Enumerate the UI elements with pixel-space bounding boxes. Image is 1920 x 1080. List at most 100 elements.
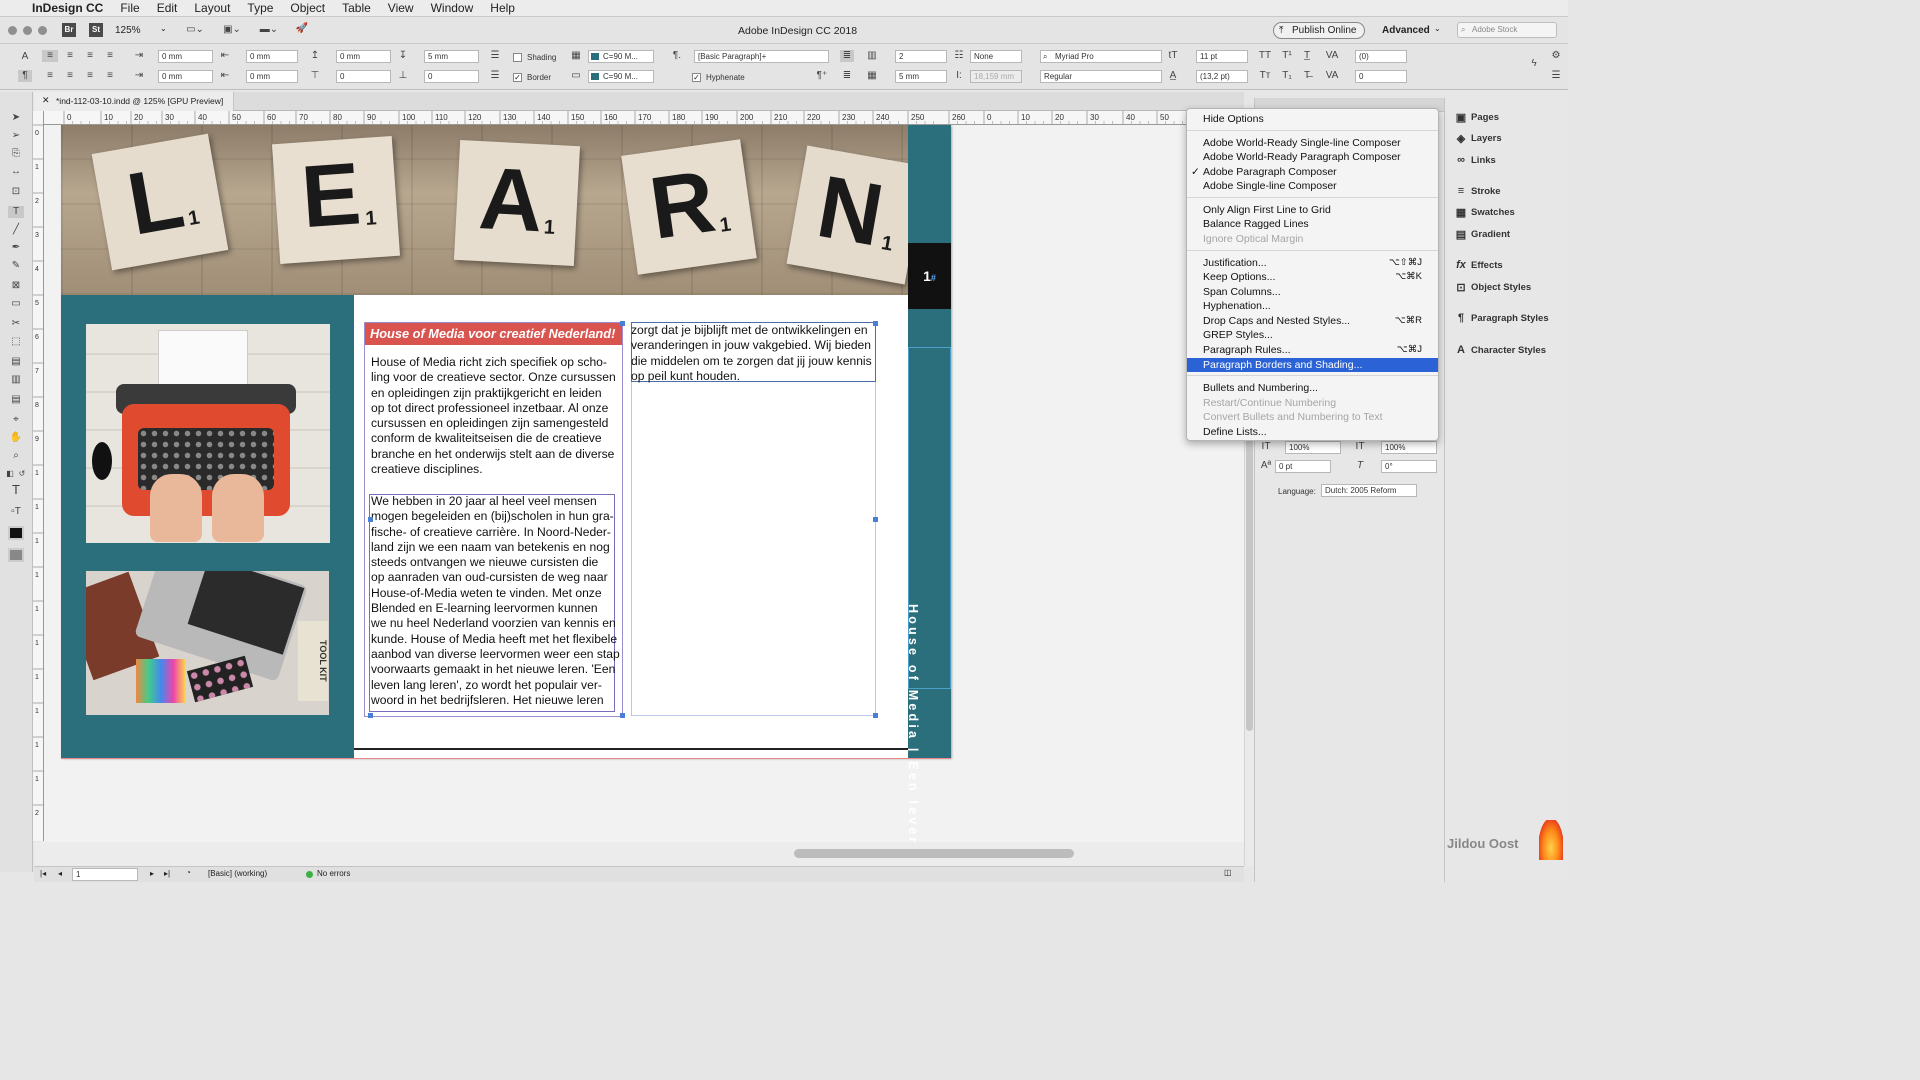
menu-item-paragraph-rules[interactable]: Paragraph Rules... ⌥⌘J	[1187, 343, 1438, 357]
underline-icon[interactable]: T̲	[1300, 50, 1314, 62]
drop-cap-chars-field[interactable]: 0	[424, 70, 479, 83]
swap-fill-stroke-icon[interactable]: ↺	[16, 468, 28, 480]
columns-field[interactable]: 2	[895, 50, 947, 63]
vertical-ruler[interactable]: 0 1 2 3 4 5 6 7 8 9 1 1 1 1 1 1 1 1 1 1 2	[33, 111, 44, 841]
bullets-select[interactable]: None	[970, 50, 1022, 63]
stock-icon[interactable]: St	[89, 23, 103, 37]
skew-field[interactable]: 0°	[1381, 460, 1437, 473]
dock-layers[interactable]: ◈ Layers	[1445, 128, 1569, 148]
workspace-dropdown-icon[interactable]: ⌄	[1434, 24, 1441, 33]
frame-handle[interactable]	[873, 713, 878, 718]
frame-handle[interactable]	[368, 517, 373, 522]
content-collector-icon[interactable]: ⊡	[8, 186, 24, 198]
left-indent-field[interactable]: 0 mm	[158, 50, 213, 63]
first-page-icon[interactable]: |◂	[40, 869, 46, 878]
right-indent-field[interactable]: 0 mm	[246, 50, 298, 63]
document-tab[interactable]: ✕ *ind-112-03-10.indd @ 125% [GPU Previe…	[34, 92, 234, 111]
selection-tool-icon[interactable]: ➤	[8, 112, 24, 124]
zoom-level[interactable]: 125%	[115, 25, 141, 36]
menu-item-keep-options[interactable]: Keep Options... ⌥⌘K	[1187, 270, 1438, 284]
hand-tool-icon[interactable]: ✋	[8, 432, 24, 444]
preflight-profile[interactable]: [Basic] (working)	[208, 869, 267, 878]
page-number-field[interactable]: 1	[72, 868, 138, 881]
paragraph-style-select[interactable]: [Basic Paragraph]+	[694, 50, 829, 63]
dock-swatches[interactable]: ▦ Swatches	[1445, 202, 1569, 222]
direct-selection-tool-icon[interactable]: ➢	[8, 130, 24, 142]
frame-handle[interactable]	[873, 517, 878, 522]
space-after-field[interactable]: 5 mm	[424, 50, 479, 63]
frame-handle[interactable]	[620, 321, 625, 326]
heading-text[interactable]: House of Media voor creatief Nederland!	[370, 326, 615, 341]
strikethrough-icon[interactable]: T̶	[1300, 70, 1314, 82]
bulleted-list-icon[interactable]: ☰	[488, 50, 502, 62]
menu-item-hide-options[interactable]: Hide Options	[1187, 112, 1438, 126]
scissors-tool-icon[interactable]: ✂	[8, 318, 24, 330]
menu-item-adobe-world-ready-paragraph-composer[interactable]: Adobe World-Ready Paragraph Composer	[1187, 150, 1438, 164]
document-canvas[interactable]: L 1 E 1 A 1 R 1 N 1 1# House of Media | …	[44, 125, 1244, 842]
menu-item-adobe-single-line-composer[interactable]: Adobe Single-line Composer	[1187, 179, 1438, 193]
close-document-icon[interactable]: ✕	[42, 95, 50, 106]
vertical-scale-field[interactable]: 100%	[1381, 441, 1437, 454]
paragraph-history[interactable]: We hebben in 20 jaar al heel veel mensen…	[371, 494, 620, 708]
numbered-list-icon[interactable]: ☰	[488, 70, 502, 82]
menu-item-drop-caps-and-nested-styles[interactable]: Drop Caps and Nested Styles... ⌥⌘R	[1187, 314, 1438, 328]
control-panel-menu-icon[interactable]: ☰	[1549, 70, 1563, 82]
zoom-dropdown-icon[interactable]: ⌄	[160, 24, 167, 33]
align-right-icon[interactable]: ≡	[82, 50, 98, 62]
tracking-field[interactable]: 0	[1355, 70, 1407, 83]
gutter-field[interactable]: 5 mm	[895, 70, 947, 83]
workspace-switcher[interactable]: Advanced	[1382, 25, 1430, 36]
last-line-indent-field[interactable]: 0 mm	[246, 70, 298, 83]
preflight-status-text[interactable]: No errors	[317, 869, 350, 878]
paragraph-continuation[interactable]: zorgt dat je bijblijft met de ontwikkeli…	[631, 323, 872, 384]
font-size-field[interactable]: 11 pt	[1196, 50, 1248, 63]
do-not-align-grid-icon[interactable]: ≣	[840, 50, 854, 62]
close-window-button[interactable]	[8, 26, 17, 35]
all-caps-icon[interactable]: TT	[1258, 50, 1272, 62]
formatting-affects-text-icon[interactable]: T	[7, 483, 25, 496]
menu-view[interactable]: View	[388, 1, 414, 15]
menu-help[interactable]: Help	[490, 1, 515, 15]
hyphenate-checkbox[interactable]: ✓	[692, 73, 701, 82]
superscript-icon[interactable]: T¹	[1280, 50, 1294, 62]
small-caps-icon[interactable]: Tт	[1258, 70, 1272, 82]
dock-links[interactable]: ∞ Links	[1445, 150, 1569, 170]
clear-overrides-icon[interactable]: ¶⁺	[815, 70, 829, 82]
menu-file[interactable]: File	[120, 1, 139, 15]
shading-swatch-icon[interactable]: ▦	[569, 50, 583, 62]
arrange-documents-icon[interactable]: ▬⌄	[257, 24, 281, 36]
character-formatting-icon[interactable]: A	[18, 51, 32, 63]
frame-handle[interactable]	[620, 713, 625, 718]
adobe-stock-search[interactable]: ⌕ Adobe Stock	[1457, 22, 1557, 38]
typewriter-image[interactable]	[86, 324, 330, 543]
border-color-select[interactable]: C=90 M...	[588, 70, 654, 83]
screen-mode-icon[interactable]: ▣⌄	[220, 24, 244, 36]
kerning-field[interactable]: (0)	[1355, 50, 1407, 63]
type-tool-icon[interactable]: T	[8, 206, 24, 218]
justify-left-icon[interactable]: ≡	[42, 70, 58, 82]
minimize-window-button[interactable]	[23, 26, 32, 35]
open-page-icon[interactable]: ◔	[186, 868, 191, 877]
menu-table[interactable]: Table	[342, 1, 371, 15]
justify-center-icon[interactable]: ≡	[62, 70, 78, 82]
subscript-icon[interactable]: T₁	[1280, 70, 1294, 82]
menu-item-adobe-world-ready-single-line-composer[interactable]: Adobe World-Ready Single-line Composer	[1187, 136, 1438, 150]
first-line-indent-field[interactable]: 0 mm	[158, 70, 213, 83]
menu-object[interactable]: Object	[290, 1, 325, 15]
bridge-icon[interactable]: Br	[62, 23, 76, 37]
horizontal-scrollbar-thumb[interactable]	[794, 849, 1074, 858]
menu-item-adobe-paragraph-composer[interactable]: ✓ Adobe Paragraph Composer	[1187, 165, 1438, 179]
align-towards-spine-icon[interactable]: ≡	[102, 50, 118, 62]
paragraph-formatting-icon[interactable]: ¶	[18, 70, 32, 82]
menu-layout[interactable]: Layout	[194, 1, 230, 15]
pencil-tool-icon[interactable]: ✎	[8, 260, 24, 272]
dock-effects[interactable]: fx Effects	[1445, 255, 1569, 275]
align-center-icon[interactable]: ≡	[62, 50, 78, 62]
laptop-image[interactable]: TOOL KIT	[86, 571, 329, 715]
free-transform-tool-icon[interactable]: ⬚	[8, 336, 24, 348]
menu-app[interactable]: InDesign CC	[32, 1, 103, 15]
zoom-window-button[interactable]	[38, 26, 47, 35]
eyedropper-tool-icon[interactable]: ⌖	[8, 414, 24, 426]
gpu-performance-icon[interactable]: 🚀	[295, 23, 309, 35]
vertical-text-frame[interactable]: House of Media | Een leven lang leren	[906, 347, 951, 842]
